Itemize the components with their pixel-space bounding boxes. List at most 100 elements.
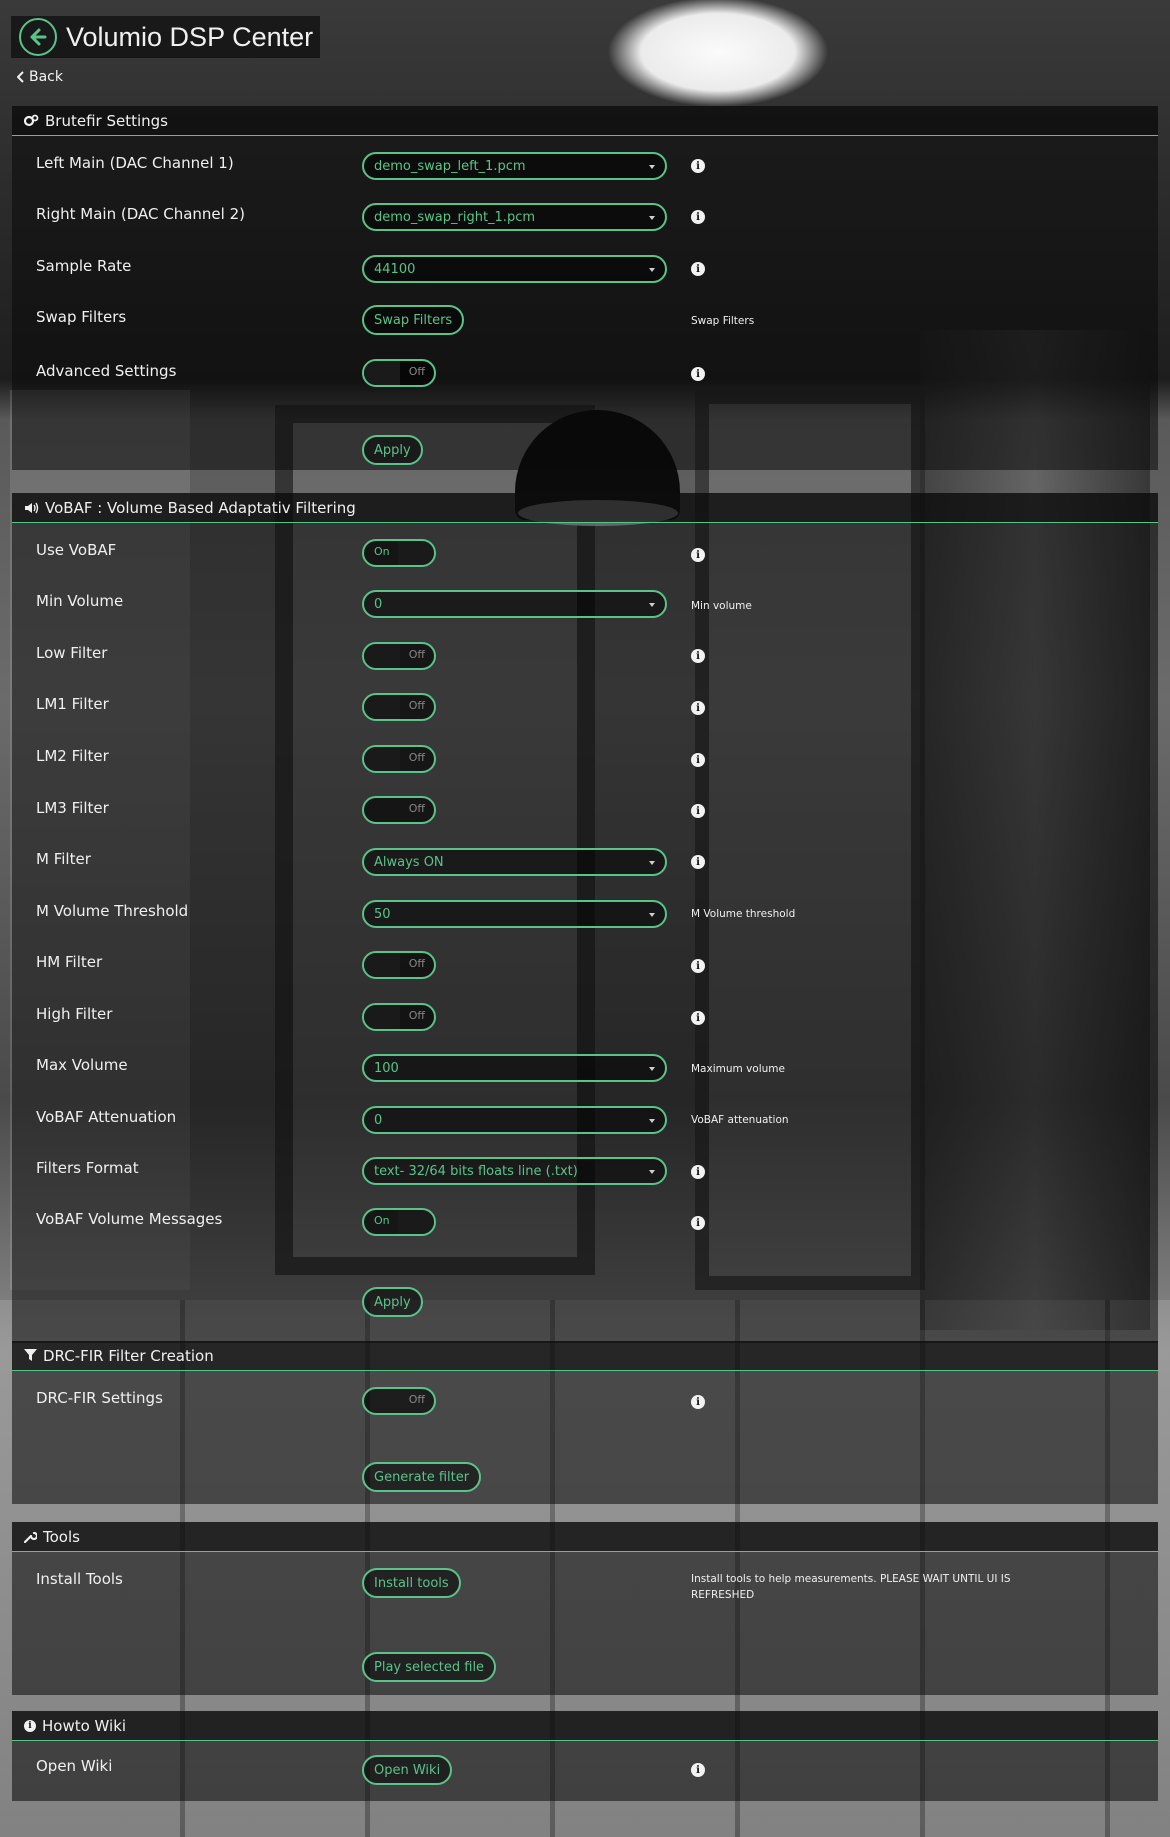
setting-label: Open Wiki bbox=[36, 1757, 113, 1775]
info-icon[interactable]: i bbox=[691, 701, 705, 715]
caret-icon bbox=[649, 1119, 655, 1123]
section-tools: Tools Install Tools Install tools Instal… bbox=[12, 1522, 1158, 1695]
info-icon[interactable]: i bbox=[691, 210, 705, 224]
lm3-filter-toggle[interactable]: Off bbox=[362, 796, 436, 824]
min-volume-select[interactable]: 0 bbox=[362, 590, 667, 618]
help-text: VoBAF attenuation bbox=[691, 1114, 789, 1126]
max-volume-select[interactable]: 100 bbox=[362, 1054, 667, 1082]
toggle-state: Off bbox=[408, 751, 425, 764]
apply-button[interactable]: Apply bbox=[362, 435, 423, 465]
left-main-select[interactable]: demo_swap_left_1.pcm bbox=[362, 152, 667, 180]
caret-icon bbox=[649, 1170, 655, 1174]
setting-row: M Filter Always ON i bbox=[12, 844, 1158, 884]
setting-row: Install Tools Install tools Install tool… bbox=[12, 1564, 1158, 1604]
filters-format-select[interactable]: text- 32/64 bits floats line (.txt) bbox=[362, 1157, 667, 1185]
select-value: 0 bbox=[374, 1113, 383, 1128]
setting-label: Advanced Settings bbox=[36, 362, 177, 380]
app-header: Volumio DSP Center bbox=[11, 16, 320, 58]
swap-filters-button[interactable]: Swap Filters bbox=[362, 305, 465, 335]
install-tools-button[interactable]: Install tools bbox=[362, 1568, 461, 1598]
info-icon: i bbox=[24, 1719, 36, 1732]
toggle-state: On bbox=[374, 545, 390, 558]
info-icon[interactable]: i bbox=[691, 1011, 705, 1025]
m-filter-select[interactable]: Always ON bbox=[362, 848, 667, 876]
setting-row: Low Filter Off i bbox=[12, 638, 1158, 678]
toggle-state: Off bbox=[408, 1393, 425, 1406]
info-icon[interactable]: i bbox=[691, 1395, 705, 1409]
select-value: demo_swap_left_1.pcm bbox=[374, 159, 526, 174]
open-wiki-button[interactable]: Open Wiki bbox=[362, 1755, 453, 1785]
back-link[interactable]: Back bbox=[17, 69, 63, 85]
info-icon[interactable]: i bbox=[691, 1165, 705, 1179]
attenuation-select[interactable]: 0 bbox=[362, 1106, 667, 1134]
setting-label: Sample Rate bbox=[36, 257, 132, 275]
setting-label: HM Filter bbox=[36, 953, 103, 971]
select-value: 44100 bbox=[374, 262, 416, 277]
back-arrow-icon[interactable] bbox=[19, 18, 57, 56]
info-icon[interactable]: i bbox=[691, 367, 705, 381]
setting-label: Filters Format bbox=[36, 1159, 139, 1177]
setting-label: Use VoBAF bbox=[36, 541, 117, 559]
setting-row: LM2 Filter Off i bbox=[12, 741, 1158, 781]
section-vobaf: VoBAF : Volume Based Adaptativ Filtering… bbox=[12, 493, 1158, 1343]
use-vobaf-toggle[interactable]: On bbox=[362, 539, 436, 567]
section-title: Howto Wiki bbox=[42, 1716, 127, 1735]
caret-icon bbox=[649, 603, 655, 607]
drc-fir-settings-toggle[interactable]: Off bbox=[362, 1387, 436, 1415]
setting-row: Swap Filters Swap Filters Swap Filters bbox=[12, 302, 1158, 342]
info-icon[interactable]: i bbox=[691, 548, 705, 562]
setting-label: DRC-FIR Settings bbox=[36, 1389, 163, 1407]
apply-button[interactable]: Apply bbox=[362, 1287, 423, 1317]
section-header: VoBAF : Volume Based Adaptativ Filtering bbox=[12, 493, 1158, 523]
low-filter-toggle[interactable]: Off bbox=[362, 642, 436, 670]
right-main-select[interactable]: demo_swap_right_1.pcm bbox=[362, 203, 667, 231]
setting-row: Min Volume 0 Min volume bbox=[12, 586, 1158, 626]
toggle-state: Off bbox=[408, 802, 425, 815]
select-value: 100 bbox=[374, 1061, 399, 1076]
setting-row: Sample Rate 44100 i bbox=[12, 251, 1158, 291]
info-icon[interactable]: i bbox=[691, 855, 705, 869]
generate-filter-button[interactable]: Generate filter bbox=[362, 1462, 482, 1492]
advanced-settings-toggle[interactable]: Off bbox=[362, 359, 436, 387]
caret-icon bbox=[649, 268, 655, 272]
info-icon[interactable]: i bbox=[691, 804, 705, 818]
lm2-filter-toggle[interactable]: Off bbox=[362, 745, 436, 773]
m-volume-threshold-select[interactable]: 50 bbox=[362, 900, 667, 928]
sample-rate-select[interactable]: 44100 bbox=[362, 255, 667, 283]
section-title: Brutefir Settings bbox=[45, 111, 168, 130]
info-icon[interactable]: i bbox=[691, 1763, 705, 1777]
setting-label: Left Main (DAC Channel 1) bbox=[36, 154, 234, 172]
info-icon[interactable]: i bbox=[691, 959, 705, 973]
info-icon[interactable]: i bbox=[691, 649, 705, 663]
select-value: 0 bbox=[374, 597, 383, 612]
high-filter-toggle[interactable]: Off bbox=[362, 1003, 436, 1031]
toggle-state: Off bbox=[408, 365, 425, 378]
info-icon[interactable]: i bbox=[691, 159, 705, 173]
gears-icon bbox=[24, 114, 39, 127]
hm-filter-toggle[interactable]: Off bbox=[362, 951, 436, 979]
help-text: Min volume bbox=[691, 600, 752, 612]
setting-label: Max Volume bbox=[36, 1056, 128, 1074]
info-icon[interactable]: i bbox=[691, 262, 705, 276]
help-text: Install tools to help measurements. PLEA… bbox=[691, 1573, 1011, 1601]
info-icon[interactable]: i bbox=[691, 1216, 705, 1230]
volume-messages-toggle[interactable]: On bbox=[362, 1208, 436, 1236]
setting-row: HM Filter Off i bbox=[12, 947, 1158, 987]
setting-label: High Filter bbox=[36, 1005, 113, 1023]
select-value: 50 bbox=[374, 907, 391, 922]
info-icon[interactable]: i bbox=[691, 753, 705, 767]
help-text: Swap Filters bbox=[691, 315, 755, 327]
setting-label: M Volume Threshold bbox=[36, 902, 189, 920]
toggle-state: Off bbox=[408, 1009, 425, 1022]
setting-row: Open Wiki Open Wiki i bbox=[12, 1751, 1158, 1791]
toggle-state: Off bbox=[408, 699, 425, 712]
caret-icon bbox=[649, 216, 655, 220]
lm1-filter-toggle[interactable]: Off bbox=[362, 693, 436, 721]
setting-row: VoBAF Volume Messages On i bbox=[12, 1204, 1158, 1244]
select-value: Always ON bbox=[374, 855, 444, 870]
page-title: Volumio DSP Center bbox=[66, 21, 314, 52]
back-label: Back bbox=[29, 69, 63, 85]
play-selected-file-button[interactable]: Play selected file bbox=[362, 1652, 497, 1682]
setting-row: VoBAF Attenuation 0 VoBAF attenuation bbox=[12, 1102, 1158, 1142]
setting-label: VoBAF Attenuation bbox=[36, 1108, 177, 1126]
